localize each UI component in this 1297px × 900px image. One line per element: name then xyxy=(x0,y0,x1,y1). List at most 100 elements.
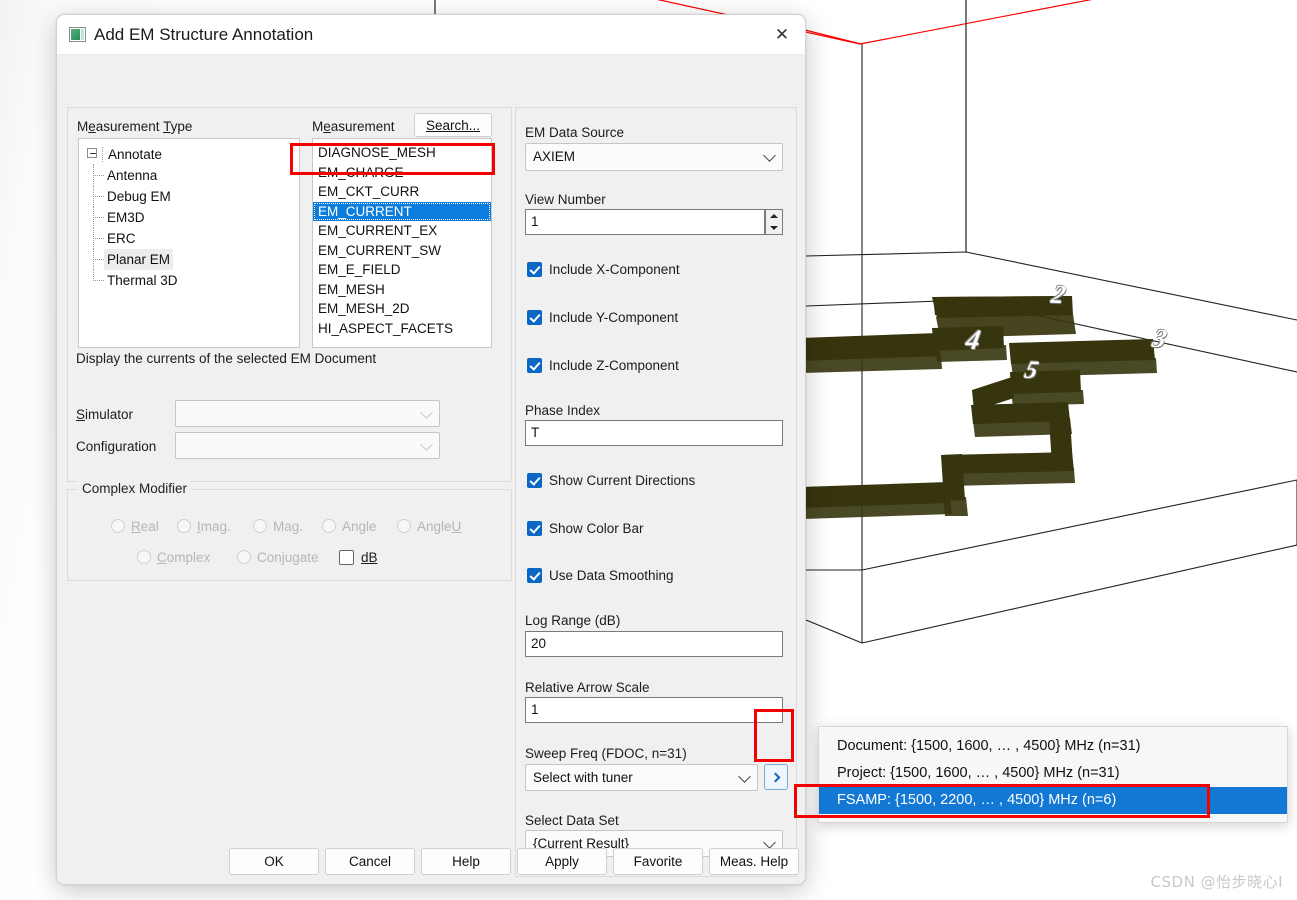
stepper-up-icon[interactable] xyxy=(766,210,782,222)
favorite-button[interactable]: Favorite xyxy=(613,848,703,875)
add-em-structure-annotation-dialog: Add EM Structure Annotation ✕ Measuremen… xyxy=(56,14,806,885)
checkbox-icon xyxy=(527,568,542,583)
tree-item-thermal-3d[interactable]: Thermal 3D xyxy=(79,269,299,291)
sweep-freq-dropdown-popup[interactable]: Document: {1500, 1600, … , 4500} MHz (n=… xyxy=(818,726,1288,823)
phase-index-input[interactable]: T xyxy=(525,420,783,446)
trace-S-lower-side xyxy=(947,468,1075,486)
relative-arrow-scale-label: Relative Arrow Scale xyxy=(525,680,650,695)
apply-button[interactable]: Apply xyxy=(517,848,607,875)
radio-complex[interactable]: Complex xyxy=(137,550,210,566)
view-number-label: View Number xyxy=(525,192,606,207)
list-item[interactable]: EM_CHARGE xyxy=(313,163,491,183)
popup-item-fsamp[interactable]: FSAMP: {1500, 2200, … , 4500} MHz (n=6) xyxy=(819,787,1287,814)
tree-item-debug-em[interactable]: Debug EM xyxy=(79,185,299,207)
view-number-input[interactable]: 1 xyxy=(525,209,765,235)
radio-circle-icon xyxy=(253,519,267,533)
radio-real[interactable]: Real xyxy=(111,519,159,535)
em-data-source-combo[interactable]: AXIEM xyxy=(525,143,783,171)
trace-S-left-side xyxy=(943,497,968,516)
checkbox-icon xyxy=(527,262,542,277)
tree-item-planar-em[interactable]: Planar EM xyxy=(79,248,299,270)
radio-circle-icon xyxy=(137,550,151,564)
sweep-freq-label: Sweep Freq (FDOC, n=31) xyxy=(525,746,687,761)
radio-angle[interactable]: Angle xyxy=(322,519,377,535)
list-item[interactable]: EM_E_FIELD xyxy=(313,260,491,280)
csdn-watermark: CSDN @怡步晓心I xyxy=(1150,873,1283,891)
show-color-bar-checkbox[interactable]: Show Color Bar xyxy=(527,521,644,537)
simulator-combo[interactable] xyxy=(175,400,440,427)
use-data-smoothing-checkbox[interactable]: Use Data Smoothing xyxy=(527,568,674,584)
sweep-freq-next-button[interactable] xyxy=(764,764,788,790)
measurement-list[interactable]: DIAGNOSE_MESH EM_CHARGE EM_CKT_CURR EM_C… xyxy=(312,138,492,348)
cancel-button[interactable]: Cancel xyxy=(325,848,415,875)
list-item[interactable]: EM_CKT_CURR xyxy=(313,182,491,202)
collapse-icon[interactable] xyxy=(87,148,97,158)
phase-index-label: Phase Index xyxy=(525,403,601,418)
help-button[interactable]: Help xyxy=(421,848,511,875)
tree-item-antenna[interactable]: Antenna xyxy=(79,164,299,186)
log-range-input[interactable]: 20 xyxy=(525,631,783,657)
measurement-type-tree[interactable]: Annotate Antenna Debug EM EM3D ERC Plana… xyxy=(78,138,300,348)
meas-help-button[interactable]: Meas. Help xyxy=(709,848,799,875)
simulator-label: Simulator xyxy=(76,407,134,422)
view-number-stepper[interactable] xyxy=(765,209,783,235)
enclosure-boundary-left-line xyxy=(804,29,862,45)
radio-mag[interactable]: Mag. xyxy=(253,519,303,535)
stepper-down-icon[interactable] xyxy=(766,222,782,234)
list-item[interactable]: EM_MESH xyxy=(313,280,491,300)
sweep-freq-combo[interactable]: Select with tuner xyxy=(525,764,758,791)
popup-item-project[interactable]: Project: {1500, 1600, … , 4500} MHz (n=3… xyxy=(819,760,1287,787)
ok-button[interactable]: OK xyxy=(229,848,319,875)
measurement-label: Measurement xyxy=(312,119,395,134)
radio-conjugate[interactable]: Conjugate xyxy=(237,550,319,566)
complex-modifier-label: Complex Modifier xyxy=(78,481,192,496)
tree-item-annotate[interactable]: Annotate xyxy=(79,144,299,165)
chevron-down-icon xyxy=(763,835,776,849)
checkbox-icon xyxy=(527,358,542,373)
radio-angleu[interactable]: AngleU xyxy=(397,519,461,535)
radio-circle-icon xyxy=(397,519,411,533)
list-item-em-current[interactable]: EM_CURRENT xyxy=(313,201,491,221)
trace-port4-side xyxy=(935,345,1007,362)
chevron-down-icon xyxy=(763,149,776,162)
radio-imag[interactable]: Imag. xyxy=(177,519,231,535)
ground-plane-front-edge-1 xyxy=(861,544,1297,644)
db-checkbox[interactable]: dB xyxy=(339,550,378,566)
list-item[interactable]: DIAGNOSE_MESH xyxy=(313,143,491,163)
list-item[interactable]: EM_MESH_2D xyxy=(313,299,491,319)
radio-circle-icon xyxy=(237,550,251,564)
tree-item-erc[interactable]: ERC xyxy=(79,227,299,249)
chevron-down-icon xyxy=(420,405,433,419)
dialog-button-bar: OK Cancel Help Apply Favorite Meas. Help xyxy=(57,9,805,875)
radio-circle-icon xyxy=(177,519,191,533)
chevron-down-icon xyxy=(420,437,433,451)
measurement-description: Display the currents of the selected EM … xyxy=(76,351,377,366)
chevron-right-icon xyxy=(770,772,780,782)
checkbox-icon xyxy=(339,550,354,565)
checkbox-icon xyxy=(527,310,542,325)
list-item[interactable]: EM_CURRENT_EX xyxy=(313,221,491,241)
show-current-directions-checkbox[interactable]: Show Current Directions xyxy=(527,473,695,489)
ground-plane-side-2 xyxy=(805,619,863,644)
include-x-component-checkbox[interactable]: Include X-Component xyxy=(527,262,680,278)
complex-modifier-groupbox: Complex Modifier xyxy=(67,481,512,581)
radio-circle-icon xyxy=(322,519,336,533)
popup-item-document[interactable]: Document: {1500, 1600, … , 4500} MHz (n=… xyxy=(819,733,1287,760)
include-z-component-checkbox[interactable]: Include Z-Component xyxy=(527,358,679,374)
relative-arrow-scale-input[interactable]: 1 xyxy=(525,697,783,723)
include-y-component-checkbox[interactable]: Include Y-Component xyxy=(527,310,678,326)
log-range-label: Log Range (dB) xyxy=(525,613,621,628)
em-data-source-label: EM Data Source xyxy=(525,125,625,140)
chevron-down-icon xyxy=(738,769,751,783)
list-item[interactable]: HI_ASPECT_FACETS xyxy=(313,319,491,339)
checkbox-icon xyxy=(527,521,542,536)
configuration-combo[interactable] xyxy=(175,432,440,459)
configuration-label: Configuration xyxy=(76,439,157,454)
tree-item-em3d[interactable]: EM3D xyxy=(79,206,299,228)
search-button[interactable]: Search... xyxy=(414,113,492,137)
radio-circle-icon xyxy=(111,519,125,533)
checkbox-icon xyxy=(527,473,542,488)
list-item[interactable]: EM_CURRENT_SW xyxy=(313,241,491,261)
select-data-set-label: Select Data Set xyxy=(525,813,619,828)
measurement-type-label: Measurement Type xyxy=(77,119,193,134)
